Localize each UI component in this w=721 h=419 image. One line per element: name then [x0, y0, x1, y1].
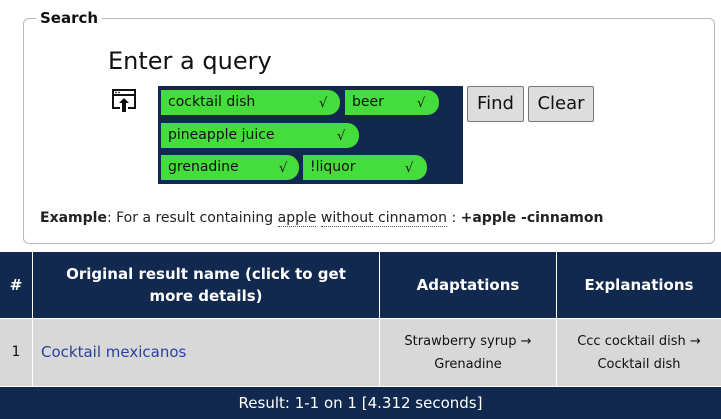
row-adaptations-cell: Strawberry syrup → Grenadine — [380, 319, 556, 386]
row-name-cell: Cocktail mexicanos — [33, 319, 379, 386]
check-icon[interactable]: √ — [319, 91, 327, 116]
adaptation-line: Grenadine — [434, 356, 502, 372]
example-text: : For a result containing — [106, 210, 278, 226]
query-tag[interactable]: cocktail dish √ — [161, 90, 340, 115]
results-table: # Original result name (click to get mor… — [0, 252, 721, 419]
check-icon[interactable]: √ — [337, 124, 345, 149]
check-icon[interactable]: √ — [417, 91, 425, 116]
explanation-line: Cocktail dish — [597, 356, 681, 372]
tag-label: !liquor — [310, 159, 356, 175]
column-header-name: Original result name (click to get more … — [33, 252, 379, 318]
row-explanations-cell: Ccc cocktail dish → Cocktail dish — [557, 319, 721, 386]
query-tag-area[interactable]: cocktail dish √ beer √ pineapple juice √… — [158, 86, 463, 184]
clear-button[interactable]: Clear — [528, 86, 594, 122]
tag-label: grenadine — [168, 159, 239, 175]
tag-label: pineapple juice — [168, 127, 275, 143]
query-tag[interactable]: grenadine √ — [161, 155, 299, 180]
row-number: 1 — [0, 319, 32, 386]
query-tag[interactable]: pineapple juice √ — [161, 123, 359, 148]
query-tag[interactable]: beer √ — [345, 90, 439, 115]
example-code: +apple -cinnamon — [460, 210, 604, 226]
example-word-apple: apple — [277, 210, 317, 227]
column-header-number: # — [0, 252, 32, 318]
column-header-explanations: Explanations — [557, 252, 721, 318]
upload-icon[interactable] — [111, 88, 137, 114]
tag-label: beer — [352, 94, 384, 110]
example-word-without: without cinnamon — [320, 210, 447, 227]
tag-label: cocktail dish — [168, 94, 256, 110]
example-separator: : — [447, 210, 461, 226]
column-header-adaptations: Adaptations — [380, 252, 556, 318]
check-icon[interactable]: √ — [279, 156, 287, 181]
example-hint: Example: For a result containing apple w… — [40, 208, 603, 228]
results-footer: Result: 1-1 on 1 [4.312 seconds] — [0, 387, 721, 419]
check-icon[interactable]: √ — [405, 156, 413, 181]
example-label: Example — [40, 210, 107, 226]
search-legend: Search — [36, 9, 103, 27]
explanation-line: Ccc cocktail dish → — [577, 333, 701, 349]
query-tag[interactable]: !liquor √ — [303, 155, 427, 180]
find-button[interactable]: Find — [467, 86, 524, 122]
search-fieldset: Search Enter a query cocktail dish √ bee… — [23, 9, 715, 244]
result-link[interactable]: Cocktail mexicanos — [41, 341, 186, 364]
query-title: Enter a query — [108, 47, 272, 75]
adaptation-line: Strawberry syrup → — [404, 333, 532, 349]
